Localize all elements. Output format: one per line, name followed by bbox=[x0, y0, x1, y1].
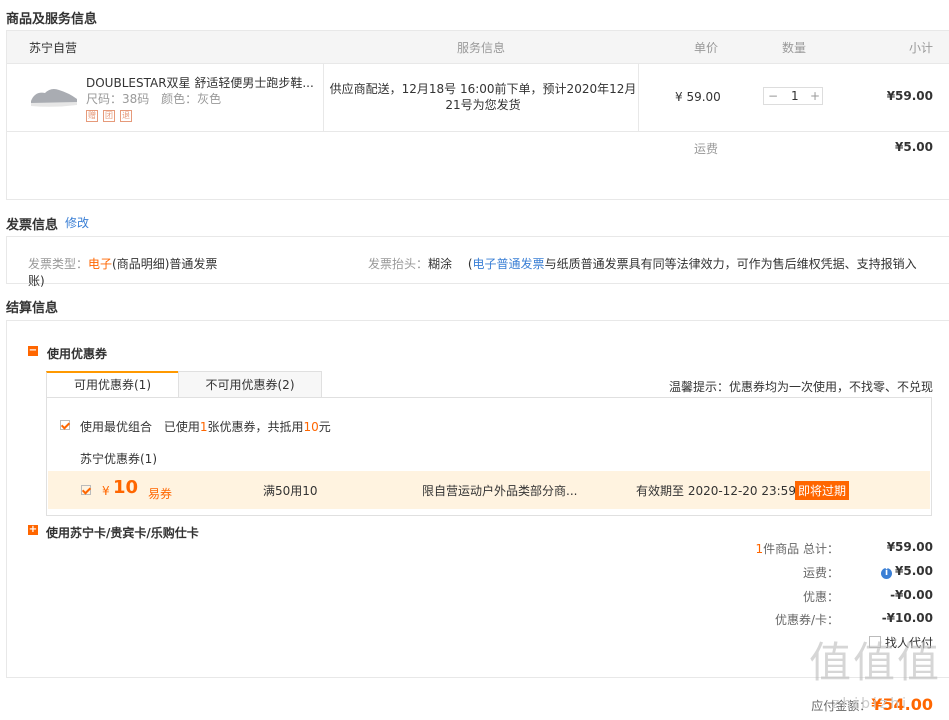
divider bbox=[323, 63, 324, 131]
section-title-settlement: 结算信息 bbox=[6, 301, 59, 316]
summary-coupon-label: 优惠券/卡： bbox=[774, 613, 839, 627]
shipping-value: ¥5.00 bbox=[895, 140, 933, 154]
einvoice-link[interactable]: 电子普通发票 bbox=[473, 257, 545, 271]
coupon-section-title[interactable]: 使用优惠券 bbox=[47, 345, 107, 362]
shipping-label: 运费 bbox=[694, 142, 719, 156]
summary-count-label: 件商品 总计： bbox=[763, 542, 839, 556]
coupon-validity: 有效期至 2020-12-20 23:59 bbox=[636, 484, 796, 498]
coupon-amount: 10 bbox=[113, 477, 139, 498]
info-icon[interactable]: i bbox=[881, 568, 893, 579]
coupon-row[interactable]: ¥ 10 易券 满50用10 限自营运动户外品类部分商... 有效期至 2020… bbox=[48, 471, 930, 509]
coupon-type: 易券 bbox=[148, 487, 173, 501]
unit-price: ¥ 59.00 bbox=[675, 90, 721, 104]
coupon-group-name: 苏宁优惠券(1) bbox=[80, 452, 157, 466]
product-color: 颜色：灰色 bbox=[161, 92, 222, 106]
invoice-box: 发票类型：电子(商品明细)普通发票 账) 发票抬头：糊涂 (电子普通发票与纸质普… bbox=[6, 236, 949, 288]
best-combo-checkbox[interactable] bbox=[60, 420, 70, 430]
qty-plus-button[interactable]: + bbox=[810, 89, 820, 103]
header-qty: 数量 bbox=[782, 41, 807, 55]
coupon-panel: 使用最优组合 已使用1张优惠券，共抵用10元 苏宁优惠券(1) ¥ 10 易券 … bbox=[46, 397, 932, 516]
invoice-head-label: 发票抬头： bbox=[368, 257, 429, 271]
service-info: 供应商配送，12月18号 16:00前下单，预计2020年12月21号为您发货 bbox=[329, 82, 637, 112]
section-title-invoice: 发票信息 bbox=[6, 218, 59, 233]
section-title-products: 商品及服务信息 bbox=[6, 12, 98, 27]
coupon-condition: 满50用10 bbox=[263, 484, 318, 498]
coupon-tip: 温馨提示：优惠券均为一次使用，不找零、不兑现 bbox=[668, 380, 933, 394]
invoice-head-value: 糊涂 bbox=[428, 257, 453, 271]
header-store: 苏宁自营 bbox=[29, 41, 78, 55]
used-amount: 10 bbox=[303, 420, 319, 434]
coupon-checkbox[interactable] bbox=[81, 485, 91, 495]
summary-coupon: -¥10.00 bbox=[881, 611, 933, 625]
return-badge-icon: 退 bbox=[120, 110, 132, 122]
table-header: 苏宁自营 服务信息 单价 数量 小计 bbox=[6, 30, 949, 64]
summary-total: ¥59.00 bbox=[886, 540, 933, 554]
header-service: 服务信息 bbox=[457, 41, 506, 55]
invoice-edit-link[interactable]: 修改 bbox=[65, 214, 89, 231]
invoice-type-wrap: 账) bbox=[28, 274, 45, 288]
product-name[interactable]: DOUBLESTAR双星 舒适轻便男士跑步鞋... bbox=[86, 74, 318, 91]
used-mid: 张优惠券，共抵用 bbox=[207, 420, 304, 434]
used-count: 1 bbox=[199, 420, 208, 434]
collapse-icon[interactable]: − bbox=[28, 346, 38, 356]
gift-badge-icon: 赠 bbox=[86, 110, 98, 122]
item-subtotal: ¥59.00 bbox=[886, 89, 933, 103]
invoice-type-label: 发票类型： bbox=[28, 257, 89, 271]
qty-minus-button[interactable]: − bbox=[768, 89, 778, 103]
used-unit: 元 bbox=[318, 420, 331, 434]
summary-discount: -¥0.00 bbox=[890, 588, 933, 602]
header-price: 单价 bbox=[694, 41, 719, 55]
summary-shipping-label: 运费： bbox=[802, 566, 839, 580]
card-section-title[interactable]: 使用苏宁卡/贵宾卡/乐购仕卡 bbox=[46, 524, 199, 541]
tab-unavailable-coupons[interactable]: 不可用优惠券(2) bbox=[178, 371, 322, 398]
invoice-type-value: (商品明细)普通发票 bbox=[112, 257, 218, 271]
invoice-type-highlight: 电子 bbox=[88, 257, 113, 271]
used-pre: 已使用 bbox=[163, 420, 200, 434]
header-subtotal: 小计 bbox=[908, 41, 933, 55]
quantity-stepper: − 1 + bbox=[763, 87, 823, 105]
expand-icon[interactable]: + bbox=[28, 525, 38, 535]
qty-value[interactable]: 1 bbox=[791, 89, 799, 103]
tab-available-coupons[interactable]: 可用优惠券(1) bbox=[46, 371, 179, 398]
coupon-scope: 限自营运动户外品类部分商... bbox=[422, 484, 578, 498]
group-badge-icon: 团 bbox=[103, 110, 115, 122]
product-size: 尺码：38码 bbox=[86, 92, 150, 106]
best-combo-label[interactable]: 使用最优组合 bbox=[80, 420, 152, 434]
watermark-url: zhibizhi bbox=[832, 696, 909, 712]
product-row: DOUBLESTAR双星 舒适轻便男士跑步鞋... 尺码：38码 颜色：灰色 赠… bbox=[6, 63, 949, 132]
coupon-currency: ¥ bbox=[102, 484, 110, 498]
product-image[interactable] bbox=[29, 81, 79, 111]
divider bbox=[638, 63, 639, 131]
expiring-badge: 即将过期 bbox=[795, 481, 850, 500]
summary-shipping: ¥5.00 bbox=[895, 564, 933, 578]
watermark-logo: 值值值 bbox=[808, 638, 941, 687]
summary-discount-label: 优惠： bbox=[802, 590, 839, 604]
shipping-row: 运费 ¥5.00 bbox=[6, 131, 949, 200]
invoice-note: 与纸质普通发票具有同等法律效力，可作为售后维权凭据、支持报销入 bbox=[544, 257, 917, 271]
